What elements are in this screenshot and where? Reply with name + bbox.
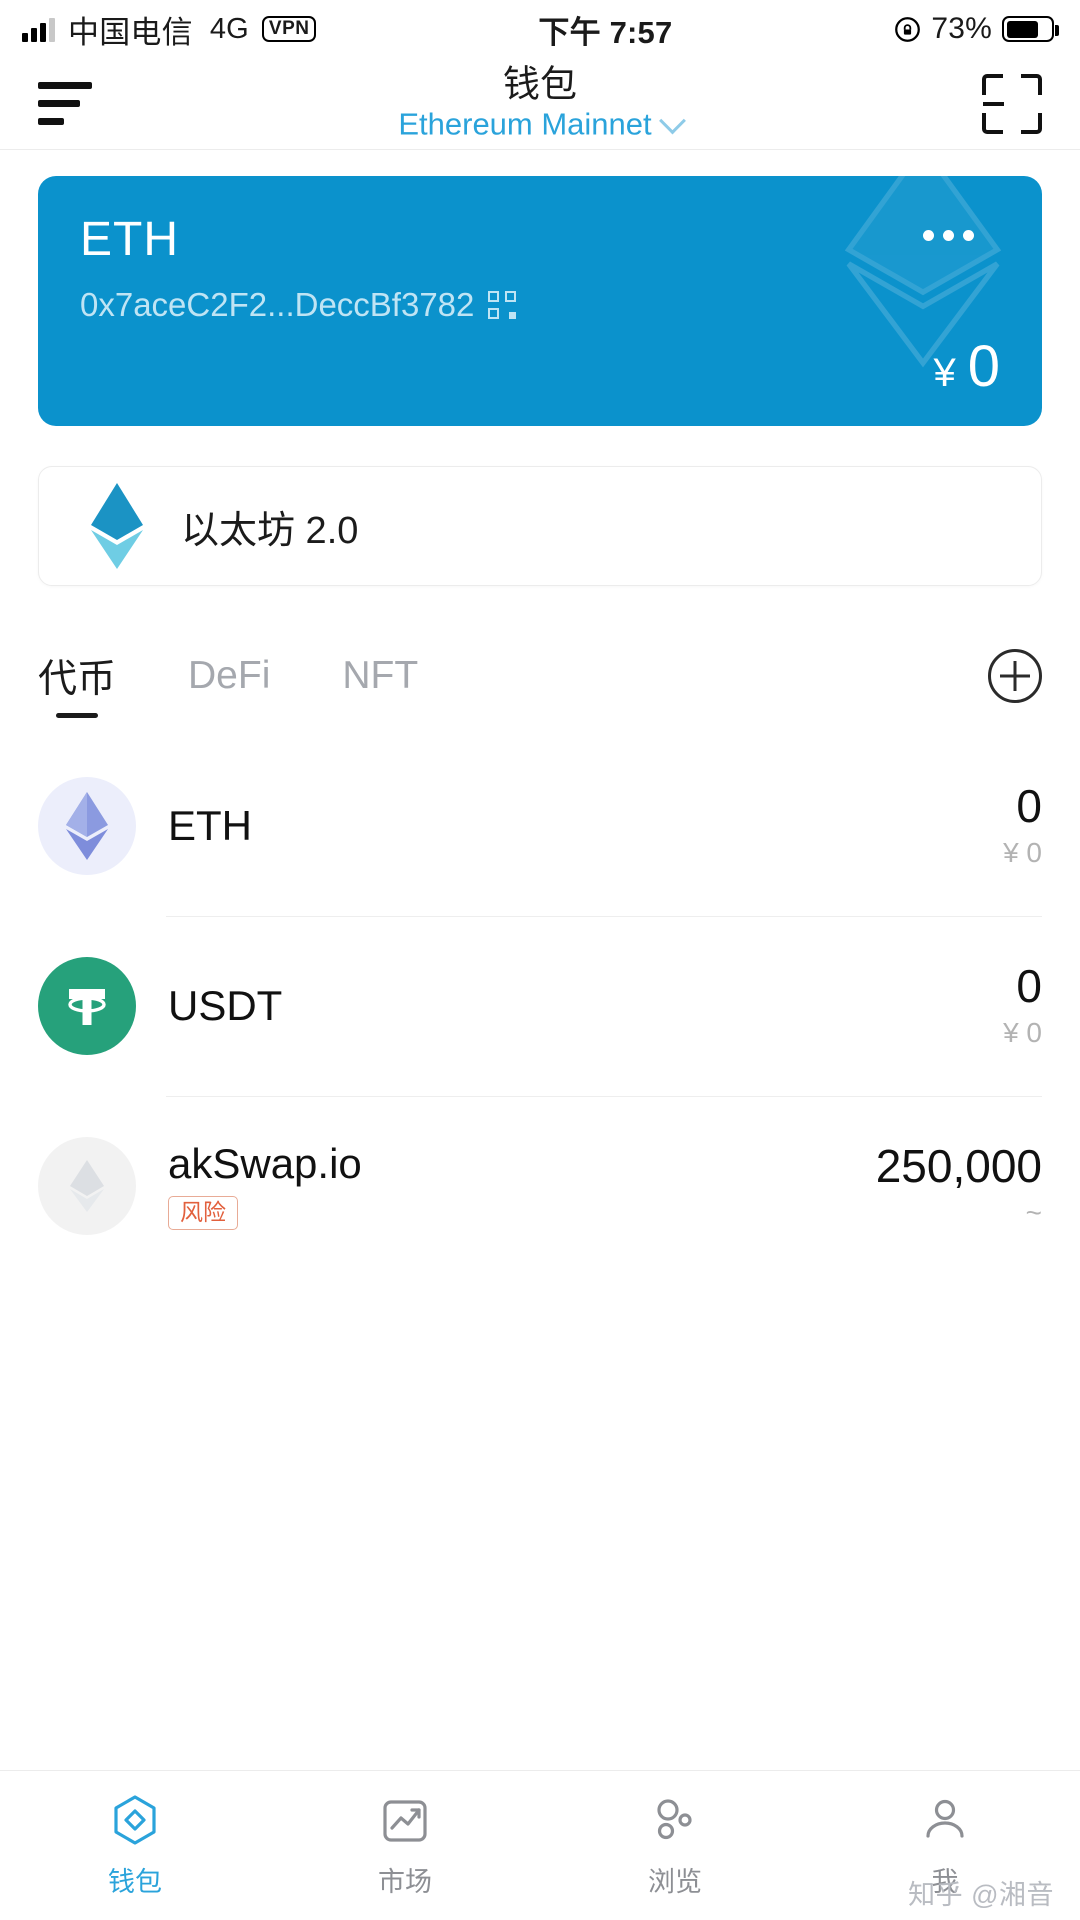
token-amounts: 0 ¥ 0 [1003, 783, 1042, 869]
eth2-banner-label: 以太坊 2.0 [181, 509, 359, 552]
token-fiat-amount: 0 [1026, 1017, 1042, 1048]
token-name-label: ETH [168, 801, 252, 849]
token-amounts: 0 ¥ 0 [1003, 963, 1042, 1049]
tab-nft[interactable]: NFT [342, 654, 418, 712]
token-balance: 0 [1016, 780, 1042, 832]
token-balance: 250,000 [875, 1140, 1042, 1192]
table-row[interactable]: USDT 0 ¥ 0 [38, 916, 1042, 1096]
wallet-balance-card[interactable]: ETH 0x7aceC2F2...DeccBf3782 ¥ 0 [38, 176, 1042, 426]
tab-bar-item-browse[interactable]: 浏览 [540, 1792, 810, 1899]
rotation-lock-icon [895, 16, 921, 42]
token-fiat-amount: ~ [1025, 1197, 1042, 1228]
main-content: ETH 0x7aceC2F2...DeccBf3782 ¥ 0 以太坊 2.0 … [0, 150, 1080, 1770]
carrier-label: 中国电信 [68, 14, 193, 50]
token-info: akSwap.io 风险 [168, 1139, 362, 1231]
network-name-label: Ethereum Mainnet [398, 106, 652, 142]
token-name-label: akSwap.io [168, 1139, 362, 1187]
token-list: ETH 0 ¥ 0 USDT 0 ¥ 0 akSwap.io 风险 250,00… [38, 736, 1042, 1276]
total-balance-value: 0 [967, 334, 1000, 399]
app-screen: 中国电信 4G VPN 下午 7:57 73% 钱包 Ethereum Main… [0, 0, 1080, 1920]
wallet-address-label: 0x7aceC2F2...DeccBf3782 [80, 286, 475, 323]
bottom-tab-bar: 钱包 市场 浏览 我 知乎 @湘音 [0, 1770, 1080, 1920]
page-title: 钱包 [503, 63, 577, 105]
qr-code-icon[interactable] [488, 291, 517, 319]
header-titles: 钱包 Ethereum Mainnet [0, 63, 1080, 143]
token-info: ETH [168, 801, 252, 849]
tether-token-icon [38, 957, 136, 1055]
status-bar-right: 73% [894, 12, 1059, 46]
plus-circle-icon[interactable] [988, 649, 1042, 703]
token-fiat-value: ¥ 0 [1003, 837, 1042, 869]
watermark: 知乎 @湘音 [908, 1880, 1054, 1910]
battery-percent-label: 73% [931, 12, 992, 45]
token-fiat-currency: ¥ [1003, 837, 1019, 868]
asset-tabs: 代币 DeFi NFT [38, 648, 1042, 718]
token-balance: 0 [1016, 960, 1042, 1012]
tab-bar-label: 浏览 [648, 1867, 702, 1897]
hamburger-icon[interactable] [38, 82, 98, 125]
person-icon [917, 1792, 973, 1848]
status-badge: 风险 [168, 1196, 238, 1231]
app-header: 钱包 Ethereum Mainnet [0, 58, 1080, 150]
table-row[interactable]: ETH 0 ¥ 0 [38, 736, 1042, 916]
token-fiat-value: ~ [1026, 1197, 1042, 1229]
ethereum-diamond-icon [91, 483, 143, 569]
network-selector[interactable]: Ethereum Mainnet [398, 106, 686, 143]
wallet-icon [107, 1792, 163, 1848]
token-fiat-amount: 0 [1026, 837, 1042, 868]
token-amounts: 250,000 ~ [876, 1143, 1042, 1229]
network-type-label: 4G [209, 12, 249, 45]
eth2-staking-banner[interactable]: 以太坊 2.0 [38, 466, 1042, 586]
tab-bar-item-market[interactable]: 市场 [270, 1792, 540, 1899]
more-dots-icon[interactable] [923, 230, 974, 241]
tab-bar-label: 市场 [378, 1867, 432, 1897]
generic-token-icon [38, 1137, 136, 1235]
status-bar-left: 中国电信 4G VPN [22, 7, 317, 52]
tab-defi[interactable]: DeFi [188, 654, 270, 712]
status-bar: 中国电信 4G VPN 下午 7:57 73% [0, 0, 1080, 58]
tab-tokens[interactable]: 代币 [38, 648, 116, 718]
chevron-down-icon [658, 107, 686, 135]
card-total-balance: ¥ 0 [933, 338, 1000, 396]
tab-bar-label: 钱包 [108, 1867, 162, 1897]
token-fiat-currency: ¥ [1003, 1017, 1019, 1048]
market-chart-icon [377, 1792, 433, 1848]
scan-qr-icon[interactable] [982, 73, 1042, 134]
ethereum-token-icon [38, 777, 136, 875]
signal-strength-icon [22, 16, 55, 42]
browse-bubbles-icon [647, 1792, 703, 1848]
token-fiat-value: ¥ 0 [1003, 1017, 1042, 1049]
battery-icon [1002, 16, 1059, 42]
status-bar-clock: 下午 7:57 [538, 14, 673, 50]
table-row[interactable]: akSwap.io 风险 250,000 ~ [38, 1096, 1042, 1276]
token-info: USDT [168, 981, 283, 1029]
token-name-label: USDT [168, 981, 283, 1029]
currency-symbol: ¥ [933, 351, 956, 395]
tab-bar-item-wallet[interactable]: 钱包 [0, 1792, 270, 1899]
vpn-indicator: VPN [261, 16, 317, 42]
